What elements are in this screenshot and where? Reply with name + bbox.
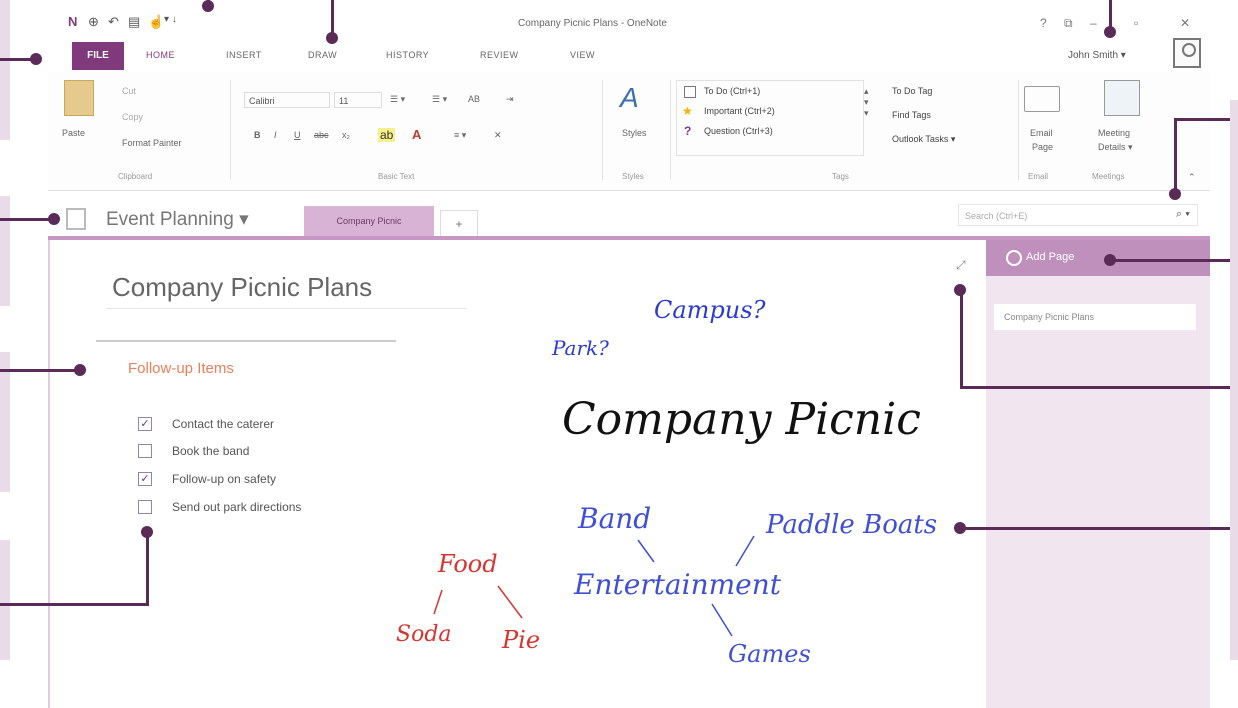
callout-dot [954, 284, 966, 296]
callout-line [146, 530, 149, 606]
callout-dot [1104, 254, 1116, 266]
callout-dot [202, 0, 214, 12]
callout-strip [0, 196, 10, 306]
add-page-icon [1006, 250, 1022, 266]
callout-dot [954, 522, 966, 534]
callout-line [0, 369, 76, 372]
callout-line [960, 290, 963, 389]
callout-dot [48, 213, 60, 225]
callout-line [0, 603, 149, 606]
add-page-label[interactable]: Add Page [1026, 251, 1074, 263]
callout-dot [30, 53, 42, 65]
callout-dot [326, 32, 338, 44]
callout-dot [141, 526, 153, 538]
full-page-view-icon[interactable]: ⤢ [956, 258, 966, 273]
callout-line [0, 218, 52, 221]
callout-strip [0, 0, 10, 140]
callout-line [1174, 118, 1230, 121]
callout-dot [1104, 26, 1116, 38]
callout-line [331, 0, 334, 36]
callout-strip [0, 352, 10, 492]
callout-line [0, 58, 34, 61]
callout-line [960, 386, 1230, 389]
callout-line [962, 527, 1230, 530]
onenote-window: N ⊕ ↶ ▤ ☝ ▾ ↓ Company Picnic Plans - One… [48, 0, 1210, 708]
callout-line [1174, 118, 1177, 196]
callout-dot [74, 364, 86, 376]
callout-dot [1169, 188, 1181, 200]
callout-line [1112, 259, 1230, 262]
callout-strip [1230, 100, 1238, 660]
callout-strip [0, 540, 10, 660]
page-tab-company-picnic-plans[interactable]: Company Picnic Plans [994, 304, 1196, 330]
